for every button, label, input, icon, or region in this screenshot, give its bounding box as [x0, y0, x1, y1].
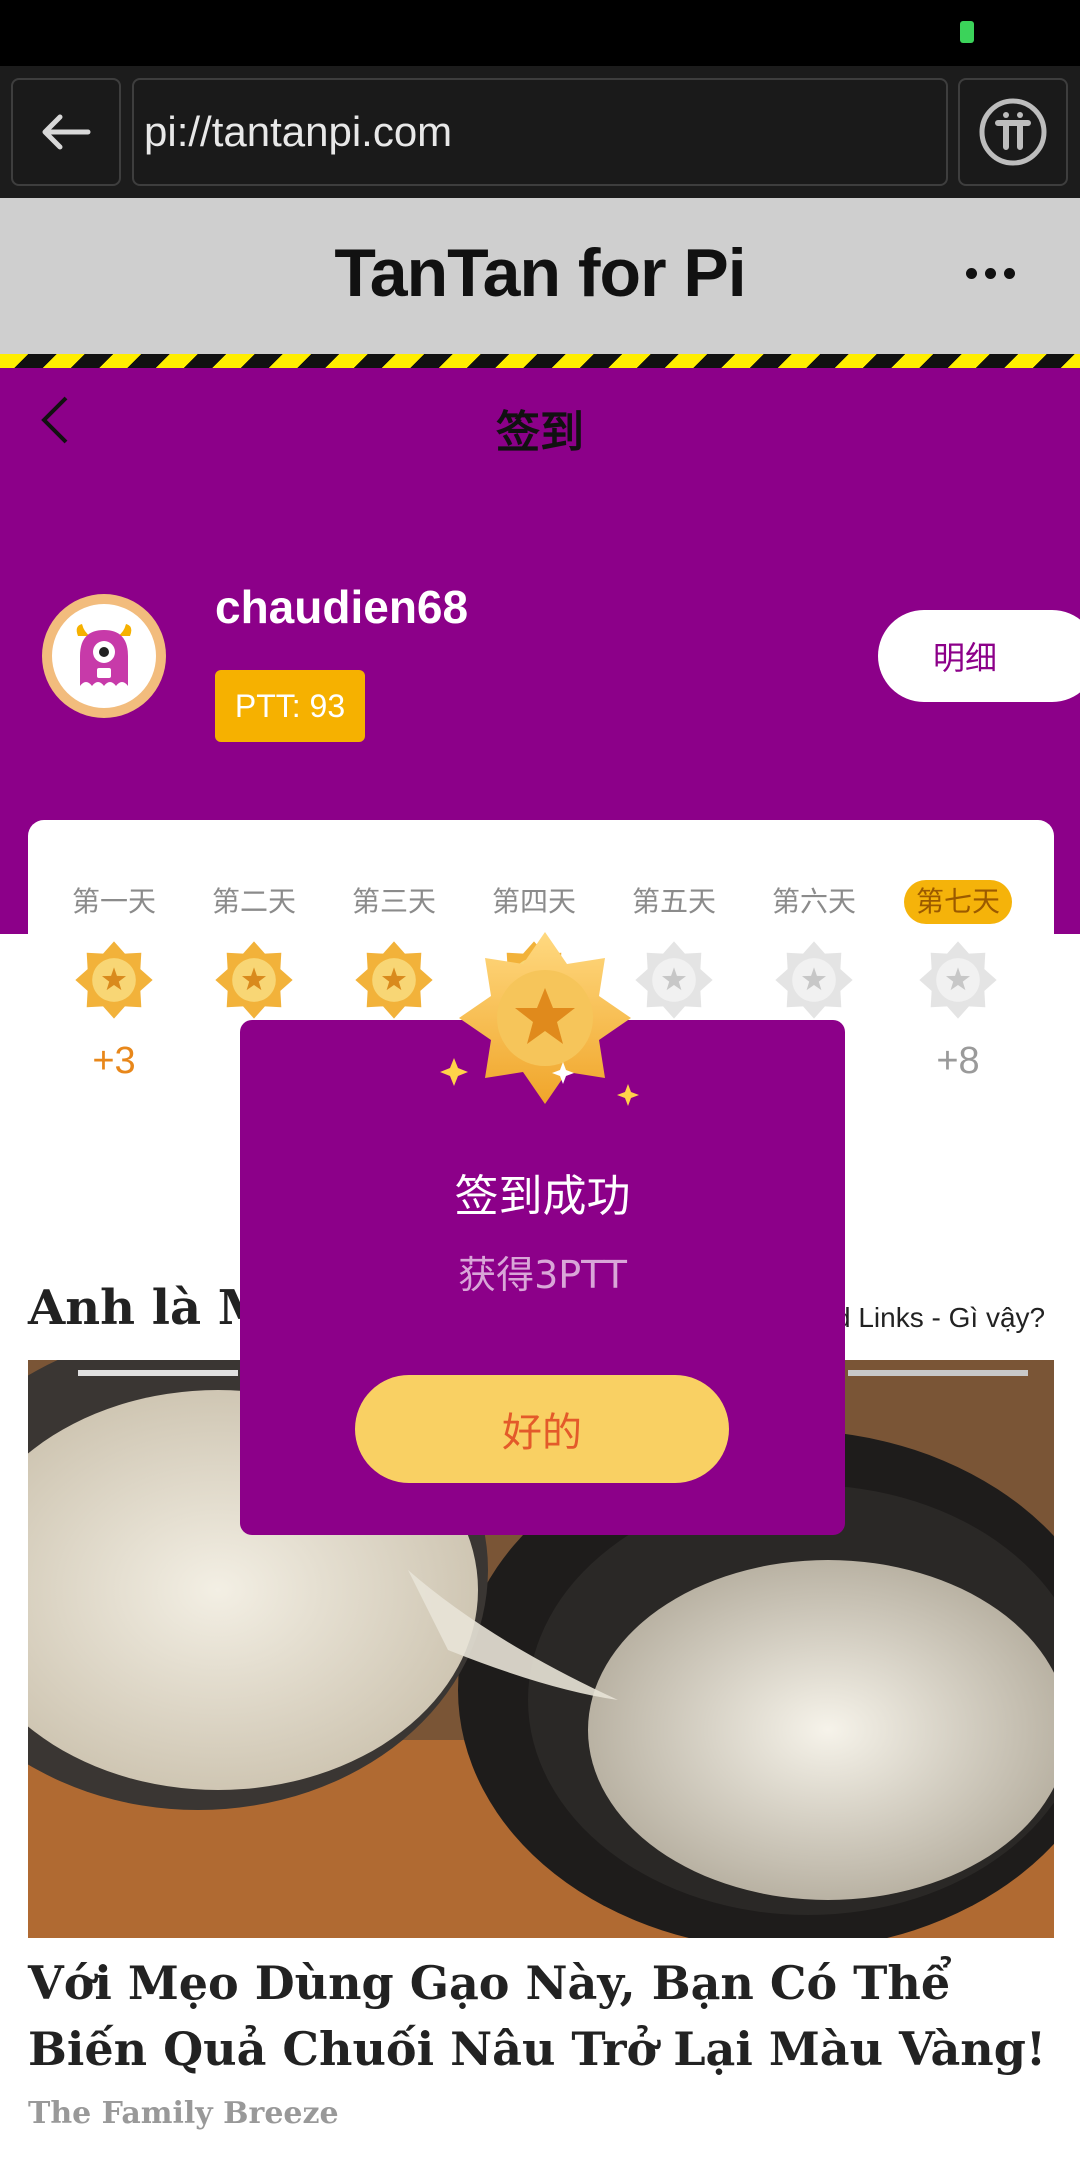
- checkin-day-2: 第二天: [194, 880, 314, 1040]
- ptt-balance-badge: PTT: 93: [215, 670, 365, 742]
- details-button[interactable]: 明细: [878, 610, 1080, 702]
- day-label: 第四天: [491, 885, 576, 918]
- ok-button[interactable]: 好的: [355, 1375, 729, 1483]
- day-label: 第一天: [71, 885, 156, 918]
- checkin-day-6: 第六天: [754, 880, 874, 1040]
- day-star-icon: [355, 941, 433, 1019]
- day-label: 第五天: [631, 885, 716, 918]
- battery-indicator-icon: [960, 21, 974, 43]
- url-text: pi://tantanpi.com: [144, 108, 453, 155]
- browser-toolbar: pi://tantanpi.com: [0, 66, 1080, 198]
- pi-browser-button[interactable]: [958, 78, 1068, 186]
- article-heading[interactable]: Anh là M: [28, 1280, 271, 1336]
- app-title: TanTan for Pi: [334, 235, 746, 311]
- star-badge-icon: [440, 932, 639, 1106]
- day-reward: +3: [92, 1040, 136, 1082]
- avatar: [42, 594, 166, 718]
- checkin-day-3: 第三天: [334, 880, 454, 1040]
- dialog-title: 签到成功: [454, 1171, 631, 1222]
- day-star-icon: [919, 941, 997, 1019]
- checkin-day-1: 第一天 +3: [54, 880, 174, 1083]
- status-bar: [0, 0, 1080, 66]
- day-reward: +8: [936, 1040, 980, 1082]
- day-star-icon: [215, 941, 293, 1019]
- day-label: 第三天: [351, 885, 436, 918]
- day-star-icon: [775, 941, 853, 1019]
- page-title: 签到: [496, 407, 584, 458]
- username: chaudien68: [215, 581, 469, 633]
- day-label: 第七天: [903, 880, 1012, 924]
- sponsored-source-link[interactable]: d Links - Gì vậy?: [835, 1302, 1045, 1334]
- article-source: The Family Breeze: [28, 2096, 339, 2131]
- arrow-left-icon: [42, 114, 91, 150]
- article-title[interactable]: Với Mẹo Dùng Gạo Này, Bạn Có Thể Biến Qu…: [28, 1950, 1058, 2082]
- more-options-icon[interactable]: [966, 268, 1015, 279]
- day-label: 第六天: [771, 885, 856, 918]
- hazard-stripe-divider: [0, 354, 1080, 368]
- dialog-message: 获得3PTT: [458, 1253, 627, 1297]
- pi-logo-icon: [979, 98, 1047, 166]
- app-header: TanTan for Pi: [0, 198, 1080, 354]
- day-label: 第二天: [211, 885, 296, 918]
- monster-avatar-icon: [76, 624, 132, 686]
- checkin-day-7: 第七天 +8: [898, 880, 1018, 1083]
- day-star-icon: [75, 941, 153, 1019]
- url-bar[interactable]: pi://tantanpi.com: [132, 78, 948, 186]
- browser-back-button[interactable]: [11, 78, 121, 186]
